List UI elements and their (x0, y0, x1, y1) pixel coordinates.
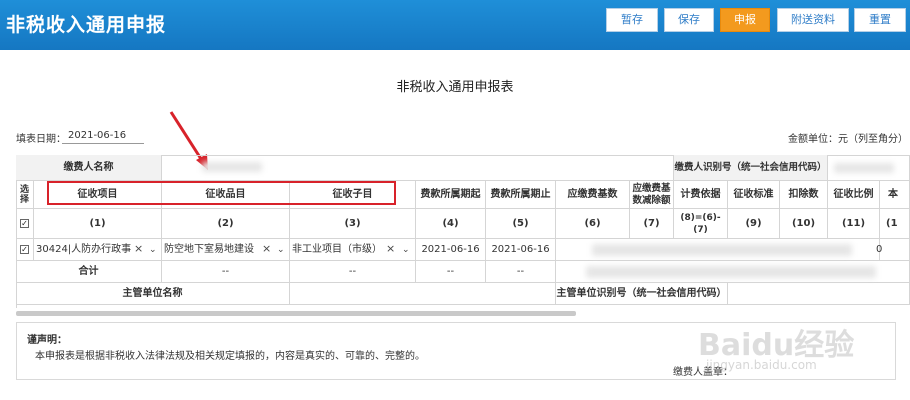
stage-button[interactable]: 暂存 (606, 8, 658, 32)
col-header-9: 征收标准 (728, 181, 780, 209)
col-num-2: (2) (162, 209, 290, 239)
subitem-chevron-down-icon[interactable]: ⌄ (277, 244, 285, 256)
total-amount-redacted (556, 261, 910, 283)
ratio-value: 0 (876, 243, 883, 255)
total-dash-3: -- (290, 261, 416, 283)
child-select-value: 非工业项目（市级） (292, 244, 382, 255)
child-clear-icon[interactable]: × (386, 243, 395, 255)
declaration-table: 缴费人名称 缴费人识别号（统一社会信用代码） 选择 征收项目 征收品目 征收子目… (16, 155, 910, 308)
subitem-select[interactable]: 防空地下室易地建设 × ⌄ (162, 239, 290, 261)
col-num-4: (4) (416, 209, 486, 239)
col-num-7: (7) (630, 209, 674, 239)
horizontal-scrollbar[interactable] (16, 311, 576, 316)
child-chevron-down-icon[interactable]: ⌄ (402, 244, 410, 256)
col-header-7: 应缴费基数减除额 (630, 181, 674, 209)
period-start-field[interactable]: 2021-06-16 (416, 239, 486, 261)
authority-id-label: 主管单位识别号（统一社会信用代码） (556, 283, 728, 305)
col-header-11: 征收比例 (828, 181, 880, 209)
attach-button[interactable]: 附送资料 (777, 8, 849, 32)
col-header-4: 费款所属期起 (416, 181, 486, 209)
payer-id-value (828, 155, 910, 181)
select-all-checkbox[interactable]: ✓ (20, 219, 29, 228)
total-dash-4: -- (416, 261, 486, 283)
declaration-title: 谨声明： (27, 335, 67, 346)
amount-unit: 金额单位：元（列至角分） (788, 134, 908, 145)
total-dash-5: -- (486, 261, 556, 283)
col-num-5: (5) (486, 209, 556, 239)
highlight-box (47, 181, 396, 205)
col-header-12: 本 (880, 181, 910, 209)
total-label: 合计 (16, 261, 162, 283)
col-header-6: 应缴费基数 (556, 181, 630, 209)
period-end-field[interactable]: 2021-06-16 (486, 239, 556, 261)
ratio-field[interactable]: 0 (876, 239, 910, 261)
payer-name-value (162, 155, 674, 181)
col-num-9: (9) (728, 209, 780, 239)
select-column-header: 选择 (16, 181, 34, 209)
reset-button[interactable]: 重置 (854, 8, 906, 32)
item-clear-icon[interactable]: × (134, 243, 143, 255)
authority-name-value (290, 283, 556, 305)
total-dash-2: -- (162, 261, 290, 283)
subitem-select-value: 防空地下室易地建设 (164, 244, 254, 255)
form-title: 非税收入通用申报表 (396, 80, 514, 95)
col-header-5: 费款所属期止 (486, 181, 556, 209)
subitem-clear-icon[interactable]: × (262, 243, 271, 255)
app-title: 非税收入通用申报 (6, 14, 167, 36)
col-num-12: (1 (880, 209, 910, 239)
fill-date-underline (62, 143, 144, 144)
save-button[interactable]: 保存 (664, 8, 714, 32)
declare-button[interactable]: 申报 (720, 8, 770, 32)
col-num-3: (3) (290, 209, 416, 239)
col-num-11: (11) (828, 209, 880, 239)
child-select[interactable]: 非工业项目（市级） × ⌄ (290, 239, 416, 261)
col-header-8: 计费依据 (674, 181, 728, 209)
payer-name-label: 缴费人名称 (16, 155, 162, 181)
item-chevron-down-icon[interactable]: ⌄ (149, 244, 157, 256)
item-select-value: 30424|人防办行政事 (36, 244, 132, 255)
col-header-10: 扣除数 (780, 181, 828, 209)
fill-date-label: 填表日期： (16, 134, 66, 145)
amount-fields-redacted (556, 239, 880, 261)
declaration-body: 本申报表是根据非税收入法律法规及相关规定填报的，内容是真实的、可靠的、完整的。 (35, 351, 425, 362)
col-num-1: (1) (34, 209, 162, 239)
authority-name-label: 主管单位名称 (16, 283, 290, 305)
authority-id-value (728, 283, 910, 305)
top-bar: 非税收入通用申报 暂存 保存 申报 附送资料 重置 (0, 0, 910, 50)
fill-date-input[interactable]: 2021-06-16 (68, 130, 126, 141)
col-num-8: (8)=(6)-(7) (674, 209, 728, 239)
payer-id-label: 缴费人识别号（统一社会信用代码） (674, 155, 828, 181)
select-all-cell: ✓ (16, 209, 34, 239)
col-num-10: (10) (780, 209, 828, 239)
row-checkbox[interactable]: ✓ (20, 245, 29, 254)
item-select[interactable]: 30424|人防办行政事 × ⌄ (34, 239, 162, 261)
row-select-cell: ✓ (16, 239, 34, 261)
col-num-6: (6) (556, 209, 630, 239)
watermark-url: jingyan.baidu.com (706, 358, 817, 372)
